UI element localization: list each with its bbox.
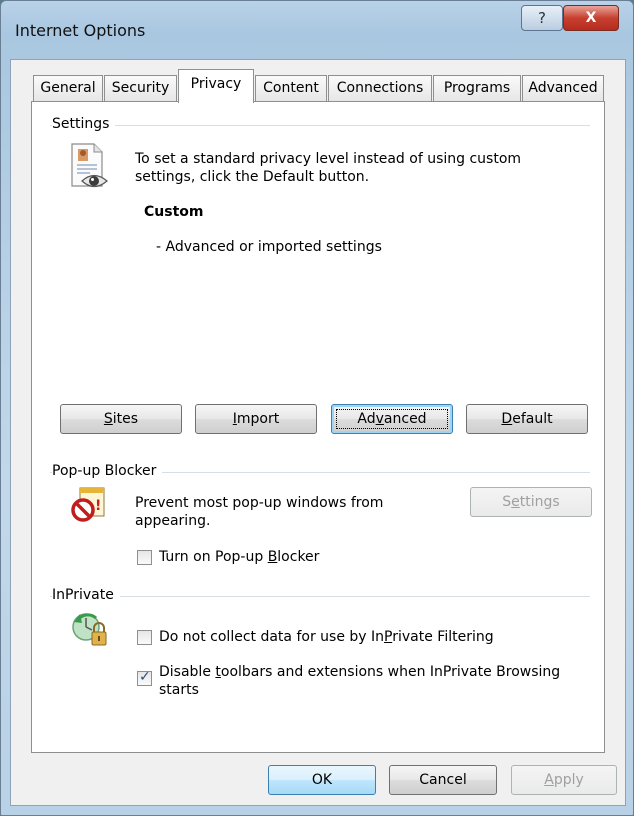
close-button[interactable]: X: [563, 5, 619, 31]
tab-advanced[interactable]: Advanced: [522, 75, 604, 101]
default-button[interactable]: Default: [466, 404, 588, 434]
advanced-button[interactable]: Advanced: [331, 404, 453, 434]
settings-description-line2: settings, click the Default button.: [135, 169, 370, 185]
tab-security[interactable]: Security: [104, 75, 177, 101]
settings-group-label: Settings: [52, 116, 116, 132]
close-icon: X: [585, 10, 597, 26]
inprivate-group-line: [50, 596, 590, 597]
inprivate-filtering-checkbox[interactable]: [137, 630, 152, 645]
popup-description-line1: Prevent most pop-up windows from: [135, 495, 384, 511]
cancel-button[interactable]: Cancel: [389, 765, 497, 795]
inprivate-lock-icon: [70, 610, 110, 650]
svg-text:!: !: [95, 498, 101, 514]
tab-content[interactable]: Content: [255, 75, 327, 101]
ok-button[interactable]: OK: [268, 765, 376, 795]
popup-blocker-checkbox-label[interactable]: Turn on Pop-up Blocker: [159, 548, 319, 566]
title-bar[interactable]: Internet Options ? X: [1, 1, 633, 57]
popup-description-line2: appearing.: [135, 513, 211, 529]
tab-security-label: Security: [111, 80, 170, 96]
settings-group-line: [50, 125, 590, 126]
apply-button[interactable]: Apply: [511, 765, 617, 795]
inprivate-group-label: InPrivate: [52, 587, 120, 603]
disable-toolbars-checkbox[interactable]: [137, 669, 152, 686]
tab-content-label: Content: [263, 80, 319, 96]
settings-description-line1: To set a standard privacy level instead …: [135, 151, 522, 167]
internet-options-window: Internet Options ? X General Security Pr…: [0, 0, 634, 816]
tab-general-label: General: [40, 80, 96, 96]
popup-blocker-checkbox[interactable]: [137, 550, 152, 565]
tab-privacy-label: Privacy: [190, 76, 242, 92]
help-icon: ?: [538, 9, 546, 27]
tab-programs[interactable]: Programs: [433, 75, 521, 101]
tab-general[interactable]: General: [33, 75, 103, 101]
help-button[interactable]: ?: [521, 5, 563, 31]
disable-toolbars-checkbox-label[interactable]: Disable toolbars and extensions when InP…: [159, 663, 560, 681]
tab-advanced-label: Advanced: [528, 80, 598, 96]
window-title: Internet Options: [15, 21, 146, 40]
privacy-level-name: Custom: [144, 204, 204, 220]
tab-privacy[interactable]: Privacy: [178, 69, 254, 103]
sites-button[interactable]: Sites: [60, 404, 182, 434]
import-button[interactable]: Import: [195, 404, 317, 434]
privacy-document-eye-icon: [70, 142, 108, 190]
tab-connections-label: Connections: [336, 80, 424, 96]
inprivate-filtering-checkbox-label[interactable]: Do not collect data for use by InPrivate…: [159, 628, 494, 646]
tab-connections[interactable]: Connections: [328, 75, 432, 101]
tab-programs-label: Programs: [443, 80, 511, 96]
privacy-tab-panel: Settings To set a standard privacy level…: [31, 101, 605, 753]
tab-strip: General Security Privacy Content Connect…: [31, 68, 621, 103]
popup-settings-button[interactable]: Settings: [470, 487, 592, 517]
dialog-client-area: General Security Privacy Content Connect…: [10, 59, 626, 806]
popup-blocker-icon: !: [70, 486, 108, 524]
disable-toolbars-checkbox-label-line2[interactable]: starts: [159, 681, 199, 699]
privacy-level-detail: - Advanced or imported settings: [156, 239, 382, 255]
popup-blocker-group-label: Pop-up Blocker: [52, 463, 163, 479]
